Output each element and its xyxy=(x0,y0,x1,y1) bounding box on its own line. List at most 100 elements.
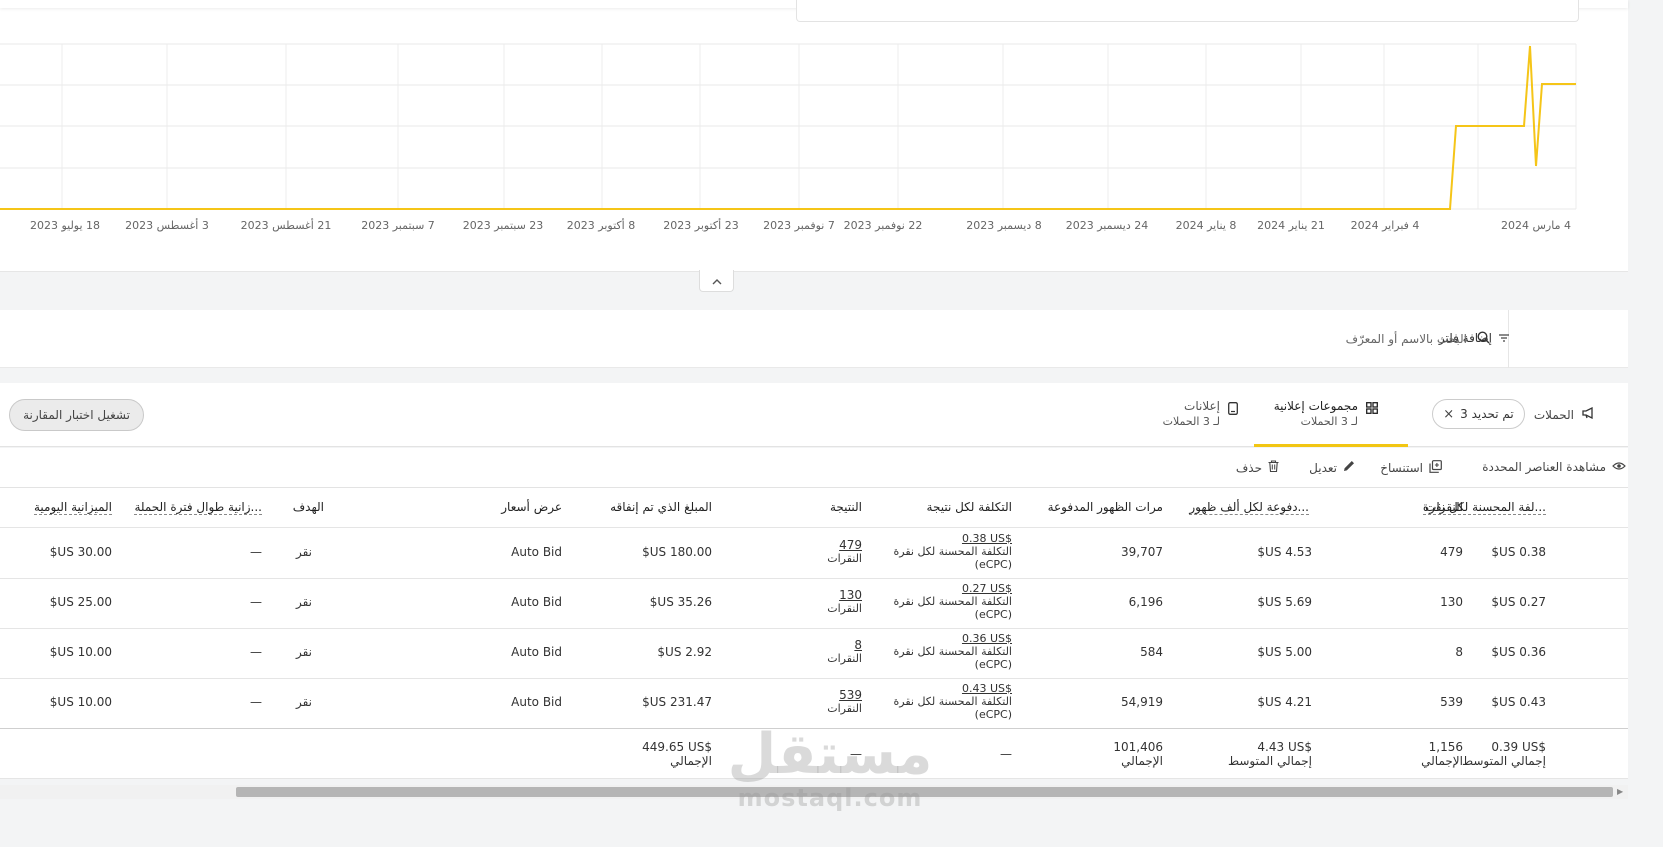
filter-icon xyxy=(1499,331,1509,345)
cell-result: 539 النقرات xyxy=(802,689,862,716)
cell-cpr-value[interactable]: 0.43 US$ xyxy=(892,682,1012,695)
tab-ad-groups-sub: لـ 3 الحملات xyxy=(1300,415,1358,428)
tab-ad-groups[interactable]: مجموعات إعلانية لـ 3 الحملات xyxy=(1254,383,1408,447)
x-axis-tick-label: 3 أغسطس 2023 xyxy=(125,219,209,232)
col-header-result[interactable]: النتيجة xyxy=(830,500,862,514)
cell-clicks: 479 xyxy=(1440,545,1463,559)
tab-ads[interactable]: إعلانات لـ 3 الحملات xyxy=(1146,383,1250,447)
total-impressions: 101,406 الإجمالي xyxy=(1113,740,1163,768)
cell-result-label: النقرات xyxy=(827,702,862,715)
pencil-icon xyxy=(1343,460,1355,475)
cell-impressions: 39,707 xyxy=(1121,545,1163,559)
x-axis-tick-label: 18 يوليو 2023 xyxy=(29,219,101,232)
cell-cpr: 0.27 US$ التكلفة المحسنة لكل نقرة (eCPC) xyxy=(892,582,1012,621)
cell-spent: 35.26 US$ xyxy=(649,595,712,609)
ad-device-icon xyxy=(1228,402,1238,418)
tab-ads-sub: لـ 3 الحملات xyxy=(1162,415,1220,428)
col-header-clicks[interactable]: النقرات xyxy=(1425,500,1463,514)
cell-result: 130 النقرات xyxy=(802,589,862,616)
x-axis-tick-label: 22 نوفمبر 2023 xyxy=(843,219,923,232)
tab-campaigns[interactable]: الحملات xyxy=(1533,406,1596,422)
cell-spent: 231.47 US$ xyxy=(642,695,712,709)
col-header-cpm[interactable]: ...دفوعة لكل ألف ظهور xyxy=(1189,500,1309,515)
total-clicks-label: الإجمالي xyxy=(1421,754,1463,768)
col-header-impressions[interactable]: مرات الظهور المدفوعة xyxy=(1048,500,1163,514)
search-input[interactable]: البحث بالاسم أو المعرّف xyxy=(1330,331,1490,347)
delete-label: حذف xyxy=(1235,460,1262,475)
col-header-spent[interactable]: المبلغ الذي تم إنفاقه xyxy=(610,500,712,514)
tab-ads-title: إعلانات xyxy=(1184,399,1220,413)
cell-result-label: النقرات xyxy=(827,652,862,665)
selected-campaigns-chip[interactable]: تم تحديد 3 × xyxy=(1432,399,1525,429)
duplicate-icon xyxy=(1429,460,1442,476)
megaphone-icon xyxy=(1582,406,1596,422)
view-selected-button[interactable]: مشاهدة العناصر المحددة xyxy=(1482,460,1626,474)
cell-cpm: 4.53 US$ xyxy=(1257,545,1312,559)
cell-cpr: 0.38 US$ التكلفة المحسنة لكل نقرة (eCPC) xyxy=(892,532,1012,571)
duplicate-button[interactable]: استنساخ xyxy=(1380,460,1442,476)
cell-result: 479 النقرات xyxy=(802,539,862,566)
total-ecpc-label: إجمالي المتوسط xyxy=(1461,754,1546,768)
cell-result-value[interactable]: 8 xyxy=(802,639,862,652)
x-axis-tick-label: 21 يناير 2024 xyxy=(1257,219,1325,232)
col-header-cpr[interactable]: التكلفة لكل نتيجة xyxy=(927,500,1012,514)
performance-line-chart xyxy=(0,43,1577,210)
col-header-daily-budget[interactable]: الميزانية اليومية xyxy=(33,500,112,515)
cell-cpm: 5.00 US$ xyxy=(1257,645,1312,659)
cell-daily-budget: 10.00 US$ xyxy=(49,695,112,709)
x-axis-tick-label: 8 يناير 2024 xyxy=(1175,219,1237,232)
cell-cpm: 4.21 US$ xyxy=(1257,695,1312,709)
collapse-chart-button[interactable] xyxy=(699,270,734,292)
table-header-divider xyxy=(0,527,1628,528)
col-header-bid[interactable]: عرض أسعار xyxy=(501,500,562,514)
x-axis-tick-label: 4 فبراير 2024 xyxy=(1350,219,1420,232)
col-header-goal[interactable]: الهدف xyxy=(293,500,324,514)
cell-cpr-value[interactable]: 0.27 US$ xyxy=(892,582,1012,595)
row-divider xyxy=(0,578,1628,579)
cell-cpr-label: التكلفة المحسنة لكل نقرة (eCPC) xyxy=(893,645,1012,671)
date-range-box[interactable] xyxy=(796,0,1579,22)
cell-daily-budget: 10.00 US$ xyxy=(49,645,112,659)
run-comparison-test-button[interactable]: تشغيل اختبار المقارنة xyxy=(9,399,144,431)
cell-impressions: 584 xyxy=(1140,645,1163,659)
cell-cpr: 0.36 US$ التكلفة المحسنة لكل نقرة (eCPC) xyxy=(892,632,1012,671)
search-icon xyxy=(1477,331,1490,347)
x-axis-tick-label: 8 أكتوبر 2023 xyxy=(566,219,636,232)
x-axis-tick-label: 24 ديسمبر 2023 xyxy=(1065,219,1149,232)
total-result: — xyxy=(850,747,862,761)
ad-groups-table xyxy=(0,488,1628,778)
cell-bid: Auto Bid xyxy=(511,545,562,559)
cell-result-value[interactable]: 539 xyxy=(802,689,862,702)
scroll-right-arrow-icon[interactable]: ▶ xyxy=(1617,787,1623,796)
cell-result-value[interactable]: 130 xyxy=(802,589,862,602)
col-header-lifetime-budget[interactable]: ...زانية طوال فترة الحملة xyxy=(134,500,262,515)
total-cpm-value: 4.43 US$ xyxy=(1257,740,1312,754)
cell-result-value[interactable]: 479 xyxy=(802,539,862,552)
cell-goal: نقر xyxy=(295,595,312,609)
scrollbar-thumb[interactable] xyxy=(236,787,1613,797)
cell-cpr-value[interactable]: 0.36 US$ xyxy=(892,632,1012,645)
table-bottom-divider xyxy=(0,778,1628,779)
eye-icon xyxy=(1612,460,1626,474)
cell-cpr-value[interactable]: 0.38 US$ xyxy=(892,532,1012,545)
cell-impressions: 54,919 xyxy=(1121,695,1163,709)
cell-cpm: 5.69 US$ xyxy=(1257,595,1312,609)
total-clicks: 1,156 الإجمالي xyxy=(1421,740,1463,768)
x-axis-tick-label: 8 ديسمبر 2023 xyxy=(966,219,1042,232)
x-axis-tick-label: 23 سبتمبر 2023 xyxy=(462,219,544,232)
duplicate-label: استنساخ xyxy=(1380,461,1423,475)
delete-button[interactable]: حذف xyxy=(1236,460,1279,475)
cell-cpr-label: التكلفة المحسنة لكل نقرة (eCPC) xyxy=(893,695,1012,721)
cell-ecpc: 0.43 US$ xyxy=(1491,695,1546,709)
cell-cpr-label: التكلفة المحسنة لكل نقرة (eCPC) xyxy=(893,545,1012,571)
cell-clicks: 8 xyxy=(1455,645,1463,659)
total-cpm: 4.43 US$ إجمالي المتوسط xyxy=(1228,740,1312,768)
tab-campaigns-label: الحملات xyxy=(1533,407,1574,422)
search-placeholder: البحث بالاسم أو المعرّف xyxy=(1345,332,1467,346)
cell-impressions: 6,196 xyxy=(1128,595,1163,609)
cell-ecpc: 0.36 US$ xyxy=(1491,645,1546,659)
close-icon[interactable]: × xyxy=(1443,407,1454,422)
row-divider xyxy=(0,678,1628,679)
edit-button[interactable]: تعديل xyxy=(1309,460,1355,475)
total-cpm-label: إجمالي المتوسط xyxy=(1227,754,1312,768)
